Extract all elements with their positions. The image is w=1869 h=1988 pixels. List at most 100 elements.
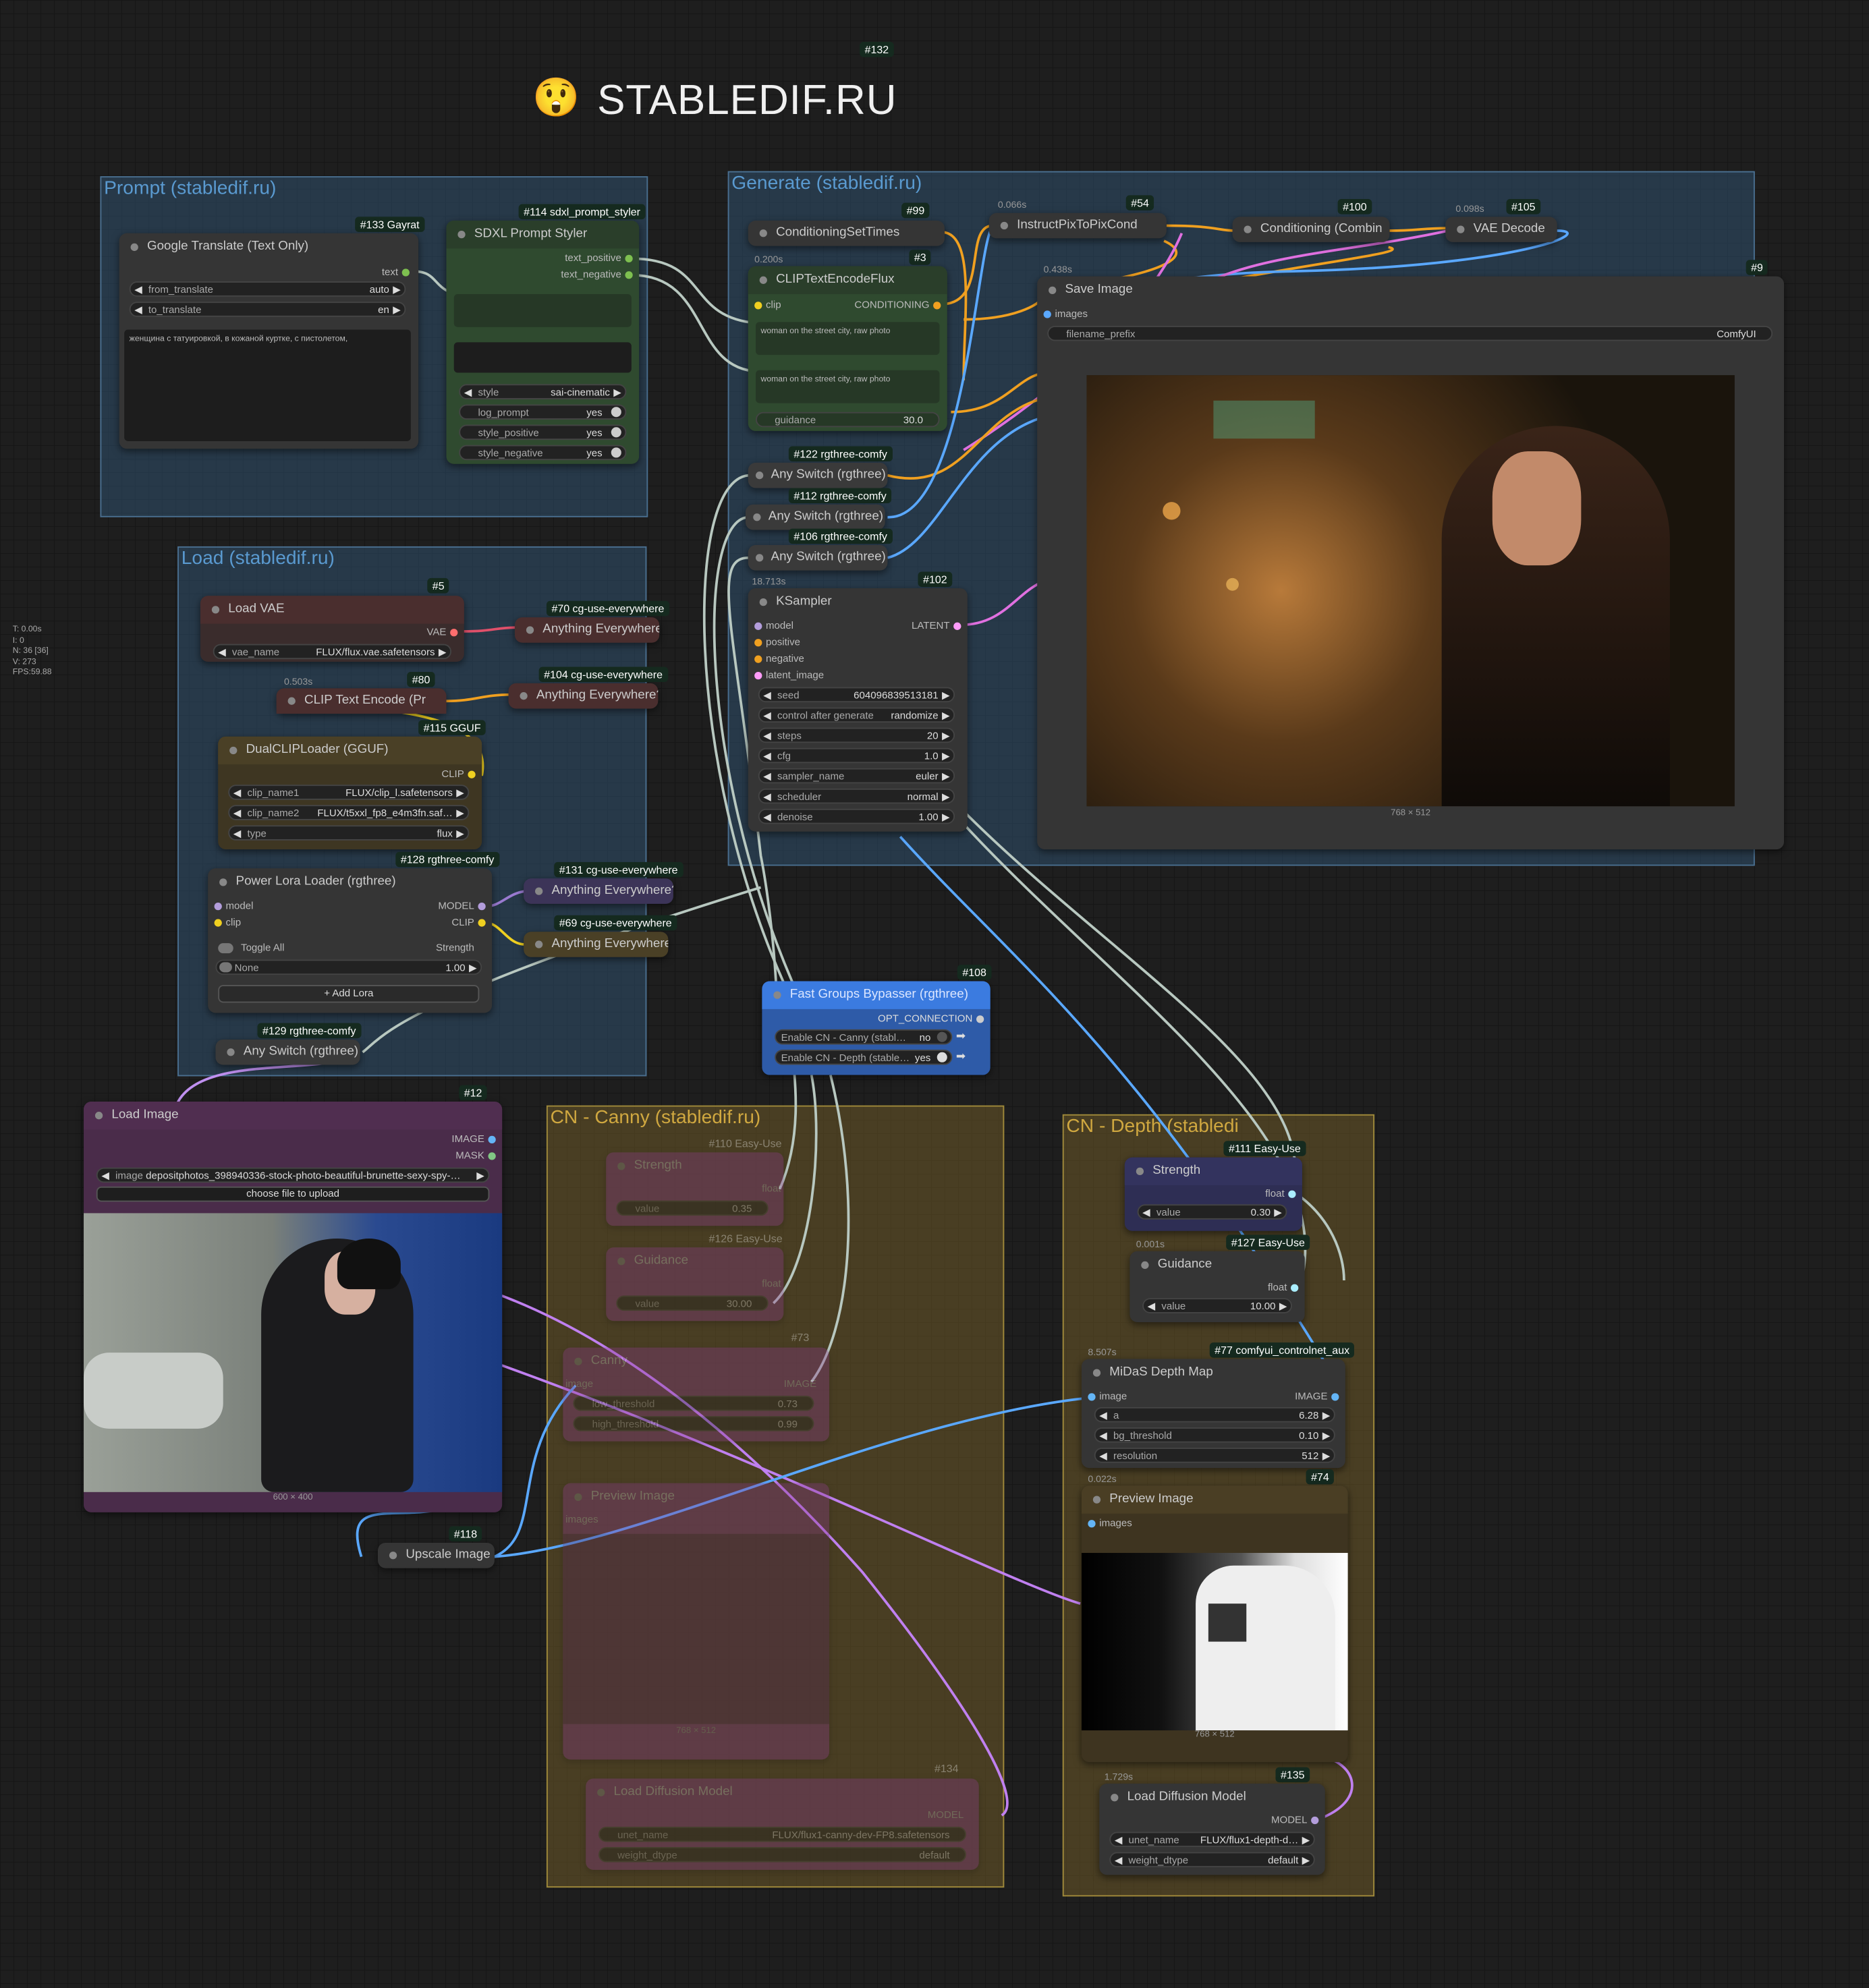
collapse-dot-icon[interactable] (1111, 1794, 1119, 1802)
node-title[interactable]: Anything Everywhere? (509, 683, 658, 709)
seed-number[interactable]: ◀ seed 604096839513181 ▶ (758, 687, 955, 703)
arrow-right-icon[interactable]: ▶ (476, 1169, 484, 1182)
output-slot-image[interactable]: IMAGE (1295, 1390, 1343, 1402)
arrow-left-icon[interactable]: ◀ (1099, 1409, 1107, 1421)
node-title[interactable]: Canny (563, 1348, 829, 1375)
clip-text-encode-80-node[interactable]: CLIP Text Encode (Pr (276, 688, 447, 714)
input-slot-images[interactable]: images (1040, 308, 1088, 320)
output-slot-float[interactable]: float (762, 1278, 781, 1289)
denoise-number[interactable]: ◀ denoise 1.00 ▶ (758, 808, 955, 824)
any-switch-106-node[interactable]: Any Switch (rgthree) (748, 545, 888, 571)
output-slot-clip[interactable]: CLIP (451, 917, 489, 928)
node-canvas[interactable]: #132 😲 STABLEDIF.RU T: 0.00s I: 0 N: 36 … (0, 0, 1869, 1988)
arrow-right-icon[interactable]: ▶ (942, 688, 950, 701)
arrow-left-icon[interactable]: ◀ (1099, 1449, 1107, 1462)
output-slot-image[interactable]: IMAGE (451, 1133, 499, 1145)
output-slot-image[interactable]: IMAGE (784, 1378, 816, 1390)
input-slot-clip[interactable]: clip (750, 299, 781, 310)
arrow-right-icon[interactable]: ▶ (942, 810, 950, 823)
guidance-value-number[interactable]: value 30.00 (616, 1295, 769, 1311)
source-text-area[interactable]: женщина с татуировкой, в кожаной куртке,… (124, 329, 411, 441)
upscale-image-node[interactable]: Upscale Image (378, 1542, 495, 1568)
instruct-pix-to-pix-node[interactable]: InstructPixToPixCond (988, 212, 1167, 239)
canny-load-diffusion-model-node[interactable]: Load Diffusion Model MODEL unet_name FLUX… (586, 1778, 979, 1870)
collapse-dot-icon[interactable] (617, 1257, 625, 1266)
collapse-dot-icon[interactable] (597, 1788, 605, 1796)
node-title[interactable]: Any Switch (rgthree) (215, 1040, 360, 1065)
node-title[interactable]: Load Diffusion Model (1099, 1784, 1324, 1811)
collapse-dot-icon[interactable] (1457, 225, 1465, 233)
node-title[interactable]: Guidance (1129, 1251, 1304, 1279)
bypass-toggle-canny[interactable]: Enable CN - Canny (stabl… no (775, 1029, 953, 1045)
node-title[interactable]: ConditioningSetTimes (748, 221, 945, 246)
arrow-right-icon[interactable]: ▶ (942, 790, 950, 803)
arrow-right-icon[interactable]: ▶ (1302, 1853, 1310, 1866)
image-file-combo[interactable]: ◀ image depositphotos_398940336-stock-pho… (96, 1167, 490, 1183)
vae-decode-node[interactable]: VAE Decode (1445, 217, 1557, 242)
input-slot-images[interactable]: images (565, 1514, 598, 1525)
steps-number[interactable]: ◀ steps 20 ▶ (758, 727, 955, 743)
node-title[interactable]: CLIP Text Encode (Pr (276, 688, 447, 714)
collapse-dot-icon[interactable] (535, 940, 543, 948)
node-title[interactable]: MiDaS Depth Map (1082, 1359, 1345, 1387)
node-title[interactable]: Anything Everywhere (524, 932, 668, 957)
clip-l-text-area[interactable]: woman on the street city, raw photo (756, 322, 940, 356)
arrow-right-icon[interactable]: ▶ (456, 806, 464, 819)
collapse-dot-icon[interactable] (94, 1112, 103, 1120)
arrow-left-icon[interactable]: ◀ (763, 810, 771, 823)
collapse-dot-icon[interactable] (130, 243, 138, 252)
anything-everywhere-104-node[interactable]: Anything Everywhere? (508, 683, 659, 709)
lora-toggle-switch[interactable] (219, 962, 232, 973)
depth-strength-node[interactable]: Strength float ◀ value 0.30 ▶ (1124, 1157, 1302, 1231)
output-slot-model[interactable]: MODEL (1271, 1814, 1322, 1825)
fast-groups-bypasser-node[interactable]: Fast Groups Bypasser (rgthree) OPT_CONNE… (762, 981, 991, 1075)
input-slot-positive[interactable]: positive (750, 636, 800, 648)
arrow-right-icon[interactable]: ▶ (942, 729, 950, 741)
sdxl-prompt-styler-node[interactable]: SDXL Prompt Styler text_positive text_ne… (446, 220, 640, 464)
midas-depth-map-node[interactable]: MiDaS Depth Map image IMAGE ◀ a 6.28 ▶ ◀ bg_… (1081, 1359, 1345, 1469)
arrow-left-icon[interactable]: ◀ (1142, 1205, 1150, 1218)
collapse-dot-icon[interactable] (773, 991, 781, 999)
arrow-left-icon[interactable]: ◀ (763, 708, 771, 721)
input-slot-images[interactable]: images (1084, 1517, 1132, 1529)
any-switch-112-node[interactable]: Any Switch (rgthree) (745, 504, 885, 530)
node-title[interactable]: Load Diffusion Model (586, 1779, 979, 1807)
node-title[interactable]: InstructPixToPixCond (989, 213, 1167, 239)
node-title[interactable]: Strength (606, 1152, 783, 1180)
collapse-dot-icon[interactable] (211, 606, 220, 614)
arrow-right-icon[interactable]: ▶ (1279, 1299, 1287, 1312)
toggle-knob-icon[interactable] (937, 1052, 947, 1062)
collapse-dot-icon[interactable] (753, 513, 761, 521)
collapse-dot-icon[interactable] (617, 1162, 625, 1170)
node-title[interactable]: Google Translate (Text Only) (119, 233, 418, 261)
bypass-toggle-depth[interactable]: Enable CN - Depth (stable… yes (775, 1049, 953, 1065)
collapse-dot-icon[interactable] (287, 697, 296, 705)
input-slot-model[interactable]: model (750, 620, 793, 631)
toggle-knob-icon[interactable] (937, 1031, 947, 1042)
node-title[interactable]: Any Switch (rgthree) (746, 505, 885, 530)
clip-type-combo[interactable]: ◀ type flux ▶ (228, 825, 470, 841)
input-slot-model[interactable]: model (211, 900, 253, 911)
conditioning-combine-node[interactable]: Conditioning (Combin (1232, 217, 1390, 242)
navigate-arrow-icon[interactable]: ➡ (956, 1050, 976, 1065)
arrow-right-icon[interactable]: ▶ (393, 283, 401, 295)
style-positive-toggle[interactable]: style_positive yes (459, 424, 627, 441)
arrow-right-icon[interactable]: ▶ (1302, 1833, 1310, 1846)
to-translate-combo[interactable]: ◀ to_translate en ▶ (129, 302, 406, 317)
arrow-left-icon[interactable]: ◀ (1115, 1853, 1123, 1866)
canny-strength-node[interactable]: Strength float value 0.35 (606, 1152, 784, 1226)
collapse-dot-icon[interactable] (229, 746, 238, 755)
arrow-left-icon[interactable]: ◀ (464, 385, 472, 398)
load-image-node[interactable]: Load Image IMAGE MASK ◀ image depositphot… (84, 1102, 503, 1512)
output-slot-latent[interactable]: LATENT (912, 620, 965, 631)
scheduler-combo[interactable]: ◀ scheduler normal ▶ (758, 788, 955, 804)
collapse-dot-icon[interactable] (1244, 225, 1252, 233)
collapse-dot-icon[interactable] (574, 1493, 582, 1501)
node-title[interactable]: Save Image (1037, 277, 1784, 304)
from-translate-combo[interactable]: ◀ from_translate auto ▶ (129, 281, 406, 297)
arrow-left-icon[interactable]: ◀ (763, 770, 771, 783)
output-slot-text[interactable]: text (382, 266, 414, 278)
node-title[interactable]: DualCLIPLoader (GGUF) (218, 736, 482, 765)
output-slot-conditioning[interactable]: CONDITIONING (854, 299, 945, 310)
depth-load-diffusion-model-node[interactable]: Load Diffusion Model MODEL ◀ unet_name FLU… (1099, 1784, 1325, 1875)
